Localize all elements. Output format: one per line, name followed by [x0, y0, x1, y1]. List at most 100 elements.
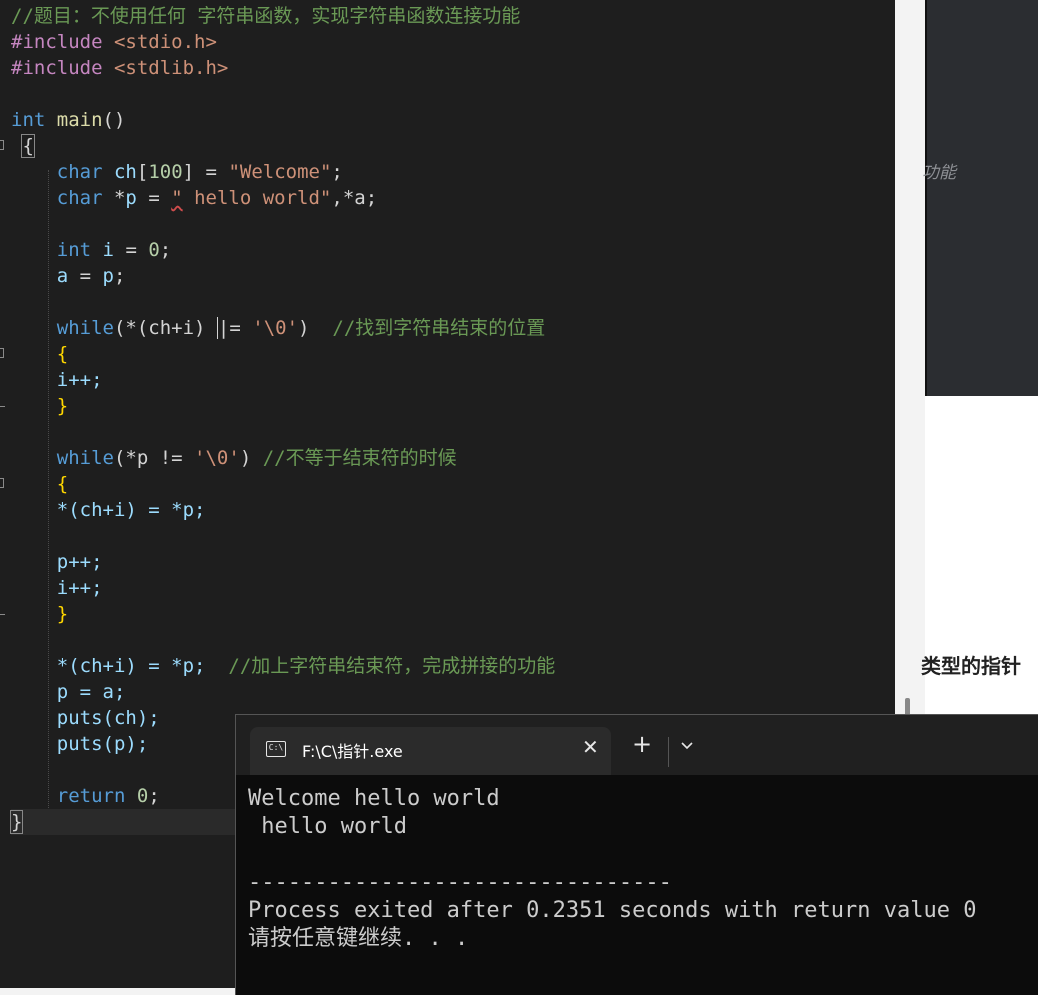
identifier: p — [125, 187, 137, 209]
code-line[interactable] — [11, 627, 895, 653]
statement: *(ch+i) = *p; — [56, 655, 206, 677]
punctuation: ; — [148, 785, 160, 807]
char-literal: '\0' — [194, 447, 240, 469]
brace-open: { — [56, 343, 69, 365]
code-line[interactable]: int main() — [11, 107, 895, 133]
identifier: ch — [113, 161, 137, 183]
statement: p++; — [56, 551, 103, 573]
statement: puts(p); — [56, 733, 149, 755]
code-line[interactable]: //题目：不使用任何 字符串函数，实现字符串函数连接功能 — [11, 3, 895, 29]
code-line[interactable]: #include <stdio.h> — [11, 29, 895, 55]
code-line[interactable]: } — [11, 393, 895, 419]
string-quote-with-warning: " — [171, 187, 183, 209]
background-partial-text: 功能 — [922, 163, 956, 183]
keyword: int — [56, 239, 92, 261]
punctuation: ; — [331, 161, 343, 183]
code-line[interactable]: p = a; — [11, 679, 895, 705]
preprocessor-directive: #include — [11, 57, 103, 79]
punctuation: ; — [159, 239, 172, 261]
statement: puts(ch); — [56, 707, 160, 729]
code-line[interactable] — [11, 211, 895, 237]
punctuation: ; — [114, 265, 126, 287]
operator: = — [68, 265, 103, 287]
code-line[interactable]: *(ch+i) = *p; //加上字符串结束符，完成拼接的功能 — [11, 653, 895, 679]
identifier: i — [102, 239, 114, 261]
fold-gutter — [0, 0, 10, 990]
code-line[interactable]: i++; — [11, 367, 895, 393]
console-tab[interactable]: C:\ F:\C\指针.exe ✕ — [250, 727, 611, 775]
terminal-icon: C:\ — [266, 741, 286, 757]
expression: (*p != — [113, 447, 195, 469]
code-line[interactable]: int i = 0; — [11, 237, 895, 263]
comment: //找到字符串结束的位置 — [332, 317, 546, 339]
expression: = — [229, 317, 253, 339]
close-tab-button[interactable]: ✕ — [582, 735, 599, 759]
operator: = — [194, 161, 229, 183]
fold-end-marker — [0, 614, 5, 615]
paren-close: ) — [239, 447, 252, 469]
number: 0 — [136, 785, 149, 807]
code-line[interactable]: { — [11, 341, 895, 367]
press-any-key-prompt: 请按任意键继续. . . — [248, 926, 469, 951]
brace-open: { — [56, 473, 69, 495]
string-literal: "Welcome" — [228, 161, 332, 183]
new-tab-button[interactable]: + — [632, 731, 652, 757]
code-line[interactable]: char *p = " hello world",*a; — [11, 185, 895, 211]
console-window[interactable]: C:\ F:\C\指针.exe ✕ + Welcome hello world … — [235, 714, 1038, 995]
fold-end-marker — [0, 406, 5, 407]
brace-close: } — [56, 395, 69, 417]
paren-close: ) — [298, 317, 310, 339]
process-exit-status: Process exited after 0.2351 seconds with… — [248, 898, 977, 923]
include-header: <stdio.h> — [113, 31, 217, 53]
expression: (*(ch+i) — [113, 317, 217, 339]
tab-title: F:\C\指针.exe — [302, 742, 403, 761]
code-line[interactable]: a = p; — [11, 263, 895, 289]
identifier: a — [56, 265, 69, 287]
operator: = — [136, 187, 172, 209]
code-line[interactable]: p++; — [11, 549, 895, 575]
declaration-rest: ,*a; — [331, 187, 378, 209]
identifier: p — [102, 265, 114, 287]
comment: //不等于结束符的时候 — [262, 447, 457, 469]
keyword: while — [56, 447, 114, 469]
number: 0 — [148, 239, 160, 261]
char-literal: '\0' — [252, 317, 299, 339]
keyword: while — [56, 317, 114, 339]
brace-open: { — [21, 134, 35, 158]
statement: p = a; — [56, 681, 126, 703]
comment: //题目：不使用任何 字符串函数，实现字符串函数连接功能 — [11, 5, 521, 27]
code-line[interactable]: #include <stdlib.h> — [11, 55, 895, 81]
parens: () — [102, 109, 126, 131]
code-line[interactable]: { — [11, 133, 895, 159]
code-line[interactable]: { — [11, 471, 895, 497]
code-line[interactable] — [11, 289, 895, 315]
statement: i++; — [56, 369, 103, 391]
code-line[interactable]: } — [11, 601, 895, 627]
code-lines: //题目：不使用任何 字符串函数，实现字符串函数连接功能 #include <s… — [9, 3, 895, 835]
code-line[interactable]: *(ch+i) = *p; — [11, 497, 895, 523]
code-line[interactable] — [11, 81, 895, 107]
code-line[interactable]: i++; — [11, 575, 895, 601]
console-titlebar[interactable]: C:\ F:\C\指针.exe ✕ + — [236, 715, 1038, 775]
fold-marker[interactable] — [0, 140, 4, 150]
code-line[interactable]: while(*(ch+i) |= '\0') //找到字符串结束的位置 — [11, 315, 895, 341]
console-output: Welcome hello world hello world --------… — [248, 785, 976, 953]
code-line[interactable]: char ch[100] = "Welcome"; — [11, 159, 895, 185]
string-literal: hello world" — [182, 187, 332, 209]
preprocessor-directive: #include — [11, 31, 103, 53]
fold-marker[interactable] — [0, 478, 4, 488]
statement: i++; — [56, 577, 103, 599]
text-cursor-position: | — [216, 317, 230, 339]
function-name: main — [56, 109, 103, 131]
code-line[interactable] — [11, 419, 895, 445]
chevron-down-icon[interactable] — [681, 739, 693, 751]
code-line[interactable]: while(*p != '\0') //不等于结束符的时候 — [11, 445, 895, 471]
tab-separator — [668, 737, 669, 767]
comment: //加上字符串结束符，完成拼接的功能 — [228, 655, 556, 677]
output-line: Welcome hello world — [248, 786, 500, 811]
keyword: int — [11, 109, 46, 131]
fold-marker[interactable] — [0, 348, 4, 358]
brace-close: } — [9, 810, 24, 834]
code-line[interactable] — [11, 523, 895, 549]
